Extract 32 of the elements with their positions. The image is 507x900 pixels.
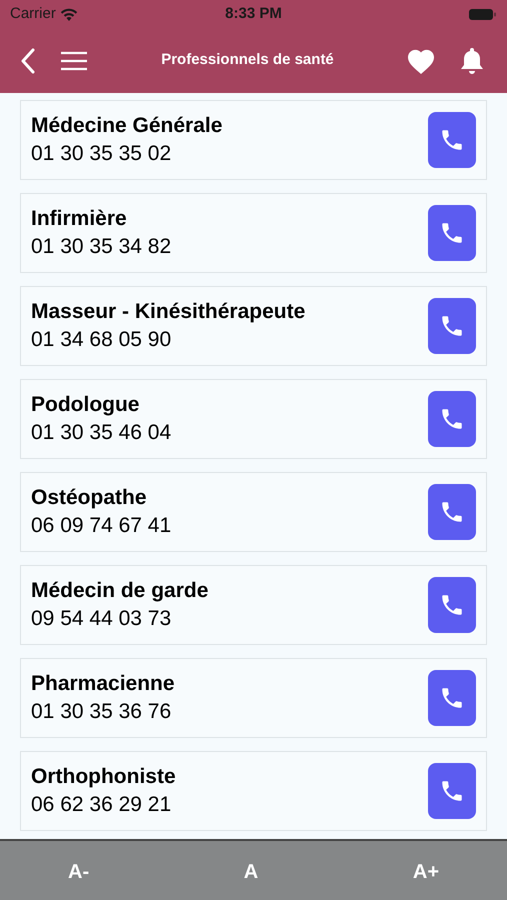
phone-number: 09 54 44 03 73 [31,606,172,632]
page-title: Professionnels de santé [160,50,335,70]
contact-name: Podologue [31,392,140,418]
phone-number: 01 30 35 46 04 [31,420,172,446]
contact-name: Ostéopathe [31,485,148,511]
call-button[interactable] [428,670,476,726]
phone-number: 01 30 35 35 02 [31,141,172,167]
font-size-button[interactable]: A+ [406,857,445,887]
font-size-button[interactable]: A [238,857,264,887]
call-button[interactable] [428,205,476,261]
contact-name: Masseur - Kinésithérapeute [31,299,306,325]
call-button[interactable] [428,112,476,168]
phone-number: 06 62 36 29 21 [31,792,172,818]
battery-icon [468,8,497,20]
contact-name: Infirmière [31,206,128,232]
phone-number: 01 34 68 05 90 [31,327,172,353]
phone-number: 01 30 35 36 76 [31,699,172,725]
call-button[interactable] [428,391,476,447]
call-button[interactable] [428,484,476,540]
phone-number: 01 30 35 34 82 [31,234,172,260]
contact-name: Pharmacienne [31,671,176,697]
font-size-button[interactable]: A- [62,857,96,887]
contact-name: Médecin de garde [31,578,210,604]
call-button[interactable] [428,298,476,354]
wifi-icon [60,8,78,20]
call-button[interactable] [428,763,476,819]
contact-name: Orthophoniste [31,764,177,790]
call-button[interactable] [428,577,476,633]
phone-number: 06 09 74 67 41 [31,513,172,539]
contact-name: Médecine Générale [31,113,224,139]
clock-time: 8:33 PM [225,4,282,24]
carrier-label: Carrier [10,4,56,24]
